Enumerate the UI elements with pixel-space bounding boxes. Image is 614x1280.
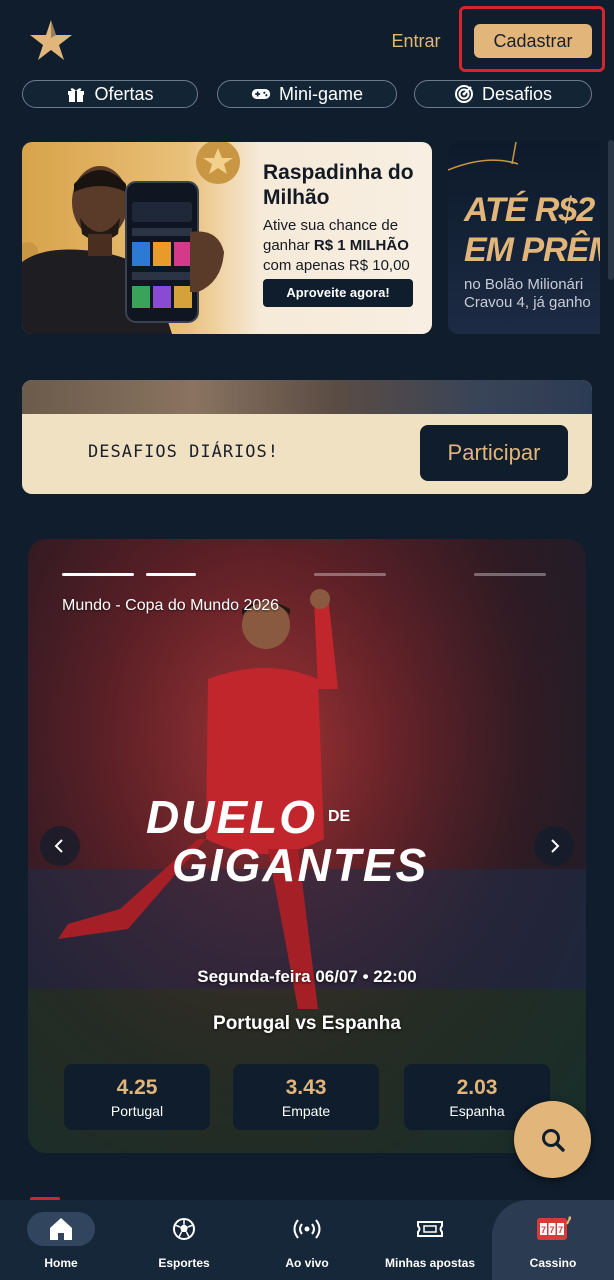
promo-athlete-image: [22, 142, 240, 334]
featured-match-card[interactable]: Mundo - Copa do Mundo 2026 DUELO DE GIGA…: [28, 539, 586, 1153]
promo2-subtitle: no Bolão Milionári Cravou 4, já ganho: [464, 276, 600, 312]
challenges-tab-label: Desafios: [481, 83, 553, 104]
nav-casino-label: Cassino: [529, 1256, 577, 1270]
slot-machine-icon: 7 7 7: [537, 1216, 571, 1240]
ticket-icon: [417, 1221, 443, 1237]
nav-my-bets[interactable]: Minhas apostas: [379, 1200, 481, 1280]
nav-live[interactable]: Ao vivo: [256, 1200, 358, 1280]
svg-text:7: 7: [558, 1225, 563, 1235]
challenges-tab[interactable]: Desafios: [414, 80, 592, 108]
promo-cta-button[interactable]: Aproveite agora!: [263, 279, 413, 307]
odd-value: 3.43: [285, 1076, 327, 1099]
odd-label: Portugal: [110, 1103, 164, 1119]
home-icon: [50, 1218, 72, 1240]
chevron-left-icon: [54, 839, 63, 853]
soccer-ball-icon: [173, 1218, 195, 1240]
odd-value: 4.25: [116, 1076, 158, 1099]
gamepad-icon: [251, 89, 271, 99]
promo-banner-raspadinha[interactable]: Raspadinha do Milhão Ative sua chance de…: [22, 142, 432, 334]
carousel-progress-4: [474, 573, 546, 576]
promo-text-suffix: com apenas R$ 10,00: [263, 257, 410, 274]
nav-casino[interactable]: 7 7 7 Cassino: [502, 1200, 604, 1280]
challenges-crowd-image: [22, 380, 592, 414]
promo2-sub-line1: no Bolão Milionári: [464, 276, 584, 293]
match-teams: Portugal vs Espanha: [213, 1013, 401, 1034]
daily-challenges-title: DESAFIOS DIÁRIOS!: [88, 442, 279, 462]
nav-sports[interactable]: Esportes: [133, 1200, 235, 1280]
svg-text:7: 7: [541, 1225, 546, 1235]
login-link[interactable]: Entrar: [378, 22, 454, 60]
minigame-tab[interactable]: Mini-game: [217, 80, 397, 108]
headline-gigantes: GIGANTES: [172, 839, 428, 887]
carousel-next-button[interactable]: [534, 826, 574, 866]
odd-value: 2.03: [456, 1076, 498, 1099]
carousel-progress-1: [62, 573, 134, 576]
odd-button-home[interactable]: 4.25 Portugal: [64, 1064, 210, 1130]
duelo-de-gigantes-logo: DUELO DE GIGANTES: [146, 791, 428, 887]
match-league: Mundo - Copa do Mundo 2026: [62, 597, 280, 614]
headline-duelo: DUELO: [146, 791, 317, 843]
svg-text:7: 7: [549, 1225, 554, 1235]
star-logo[interactable]: [28, 18, 74, 62]
promo-title: Raspadinha do Milhão: [263, 161, 414, 209]
top-header: Entrar Cadastrar Ofertas Mini-game Desaf…: [0, 0, 614, 120]
page-scrollbar[interactable]: [608, 140, 614, 280]
nav-live-label: Ao vivo: [285, 1256, 329, 1270]
promo-decor-lines: [448, 142, 519, 171]
odd-button-draw[interactable]: 3.43 Empate: [233, 1064, 379, 1130]
promo2-headline-line1: ATÉ R$2 M: [464, 191, 600, 229]
search-icon: [541, 1128, 565, 1152]
headline-de: DE: [328, 808, 351, 825]
carousel-prev-button[interactable]: [40, 826, 80, 866]
nav-my-bets-label: Minhas apostas: [384, 1256, 476, 1270]
nav-home[interactable]: Home: [10, 1200, 112, 1280]
carousel-progress-2: [146, 573, 196, 576]
promo-text-bold: R$ 1 MILHÃO: [313, 237, 409, 254]
promo-description: Ative sua chance de ganhar R$ 1 MILHÃO c…: [263, 216, 432, 276]
minigame-tab-label: Mini-game: [278, 83, 364, 104]
chevron-right-icon: [551, 839, 560, 853]
promo2-sub-line2: Cravou 4, já ganho: [464, 294, 591, 311]
target-icon: [454, 85, 473, 103]
participate-button[interactable]: Participar: [420, 425, 568, 481]
daily-challenges-banner[interactable]: DESAFIOS DIÁRIOS! Participar: [22, 380, 592, 494]
offers-tab-label: Ofertas: [94, 83, 154, 104]
search-button[interactable]: [514, 1101, 591, 1178]
nav-sports-label: Esportes: [158, 1256, 210, 1270]
bottom-navigation: Home Esportes Ao vivo Minhas apostas 7 7…: [0, 1200, 614, 1280]
odd-label: Empate: [281, 1103, 331, 1119]
promo-banner-bolao[interactable]: ATÉ R$2 M EM PRÊMIO no Bolão Milionári C…: [448, 142, 600, 334]
live-broadcast-icon: [293, 1219, 321, 1239]
match-datetime: Segunda-feira 06/07 • 22:00: [197, 967, 417, 986]
promo2-headline-line2: EM PRÊMIO: [464, 231, 600, 269]
register-button[interactable]: Cadastrar: [474, 24, 592, 58]
gift-icon: [68, 88, 85, 102]
carousel-progress-3: [314, 573, 386, 576]
promo2-headline: ATÉ R$2 M EM PRÊMIO: [464, 190, 600, 270]
offers-tab[interactable]: Ofertas: [22, 80, 198, 108]
nav-home-label: Home: [44, 1256, 78, 1270]
